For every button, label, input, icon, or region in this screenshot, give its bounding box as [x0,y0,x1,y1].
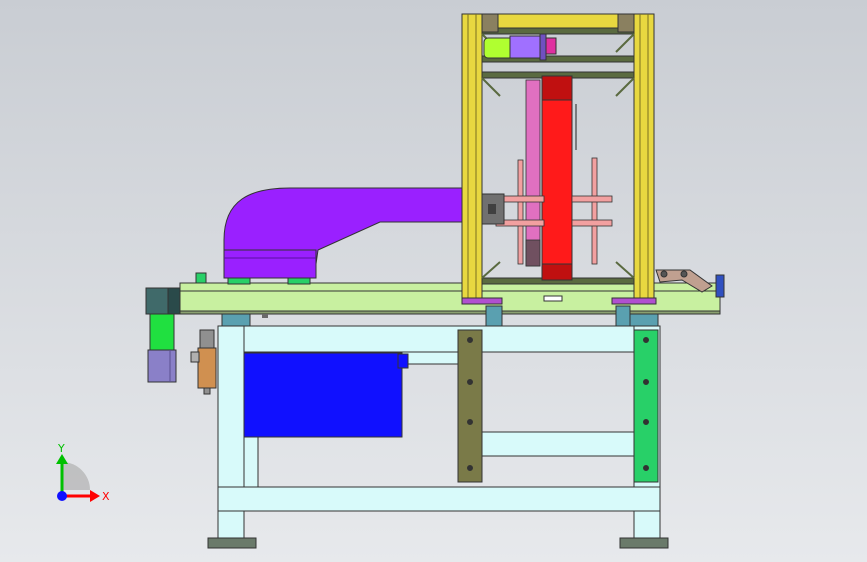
gripper-bar-lower-r [571,219,613,227]
servo-motor[interactable] [483,33,557,61]
cable-chain-end [525,239,541,267]
rail-support-far [629,313,659,327]
motor-violet-body [509,35,543,59]
rail-marker [543,295,563,302]
frame-bottom-beam [217,486,661,512]
gripper-bar-upper-r [571,195,613,203]
module-body [541,99,573,265]
tower-post-left [461,13,483,301]
bolt [643,337,649,343]
tower-top-bar [481,27,635,35]
tower-top-plate-l [481,13,499,33]
triad-z-axis [57,491,67,501]
tower-post-right [633,13,655,301]
cable-chain-strip [525,79,541,267]
frame-mid-beam [479,431,637,457]
rail-sensor-bolt [262,314,268,318]
bolt [643,465,649,471]
end-block-inner [167,287,181,315]
frame-top-beam [217,325,659,353]
filter-cap [199,329,215,349]
cylinder-body [147,349,177,383]
rail-support-right [615,305,631,327]
air-cylinder[interactable] [147,313,177,383]
motor-flange [539,33,547,61]
tower-foot-left [461,297,503,305]
triad-y-label: Y [57,442,65,455]
motor-coupling [545,37,557,55]
bolt [643,419,649,425]
bolt [467,379,473,385]
viewport-background [0,0,867,562]
bolt [467,337,473,343]
cable-chain [525,79,541,267]
finger-left [517,159,524,265]
tower-top-plate-r [617,13,635,33]
bolt [467,419,473,425]
rail-sensor [195,272,207,284]
tower-foot-right [611,297,657,305]
triad-x-label: X [102,490,110,503]
frame-green-post [633,329,659,483]
bolt [643,379,649,385]
link-pivot [680,270,688,278]
module-cap-top [541,75,573,101]
rail-support-mid [485,305,503,327]
filter-drain [203,387,211,395]
frame-olive-post [457,329,483,483]
duct-foot-left [227,277,251,285]
duct-foot-right [287,277,311,285]
finger-right [591,157,598,265]
cad-viewport[interactable]: Y X [0,0,867,562]
filter-port [190,351,200,363]
module-cap-bottom [541,263,573,281]
rail-support-left [221,313,251,327]
gripper-bracket-hole [488,204,496,214]
rail-end-cap-right [715,274,725,298]
electrical-cabinet[interactable] [243,352,403,438]
bolt [467,465,473,471]
link-pivot [660,270,668,278]
cabinet-lip [397,353,409,369]
cad-canvas[interactable]: Y X [0,0,867,562]
vertical-linear-module[interactable] [541,75,577,281]
cylinder-head [149,313,175,351]
foot-left-a [207,537,257,549]
filter-body [197,347,217,389]
foot-right-a [619,537,669,549]
duct-base [223,249,317,279]
